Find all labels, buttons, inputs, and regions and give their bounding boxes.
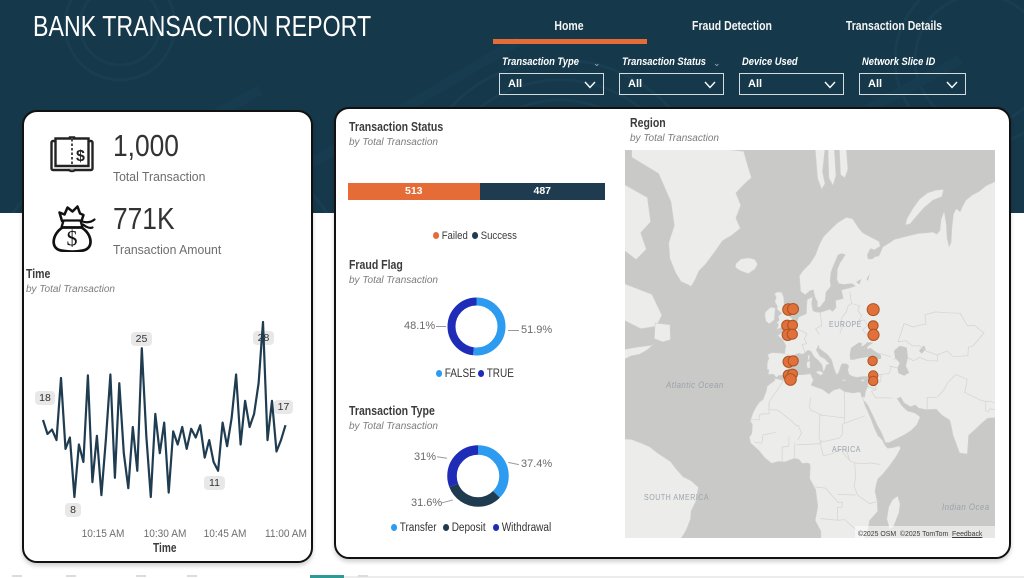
svg-text:$: $ (76, 148, 85, 165)
svg-text:$: $ (67, 226, 78, 251)
